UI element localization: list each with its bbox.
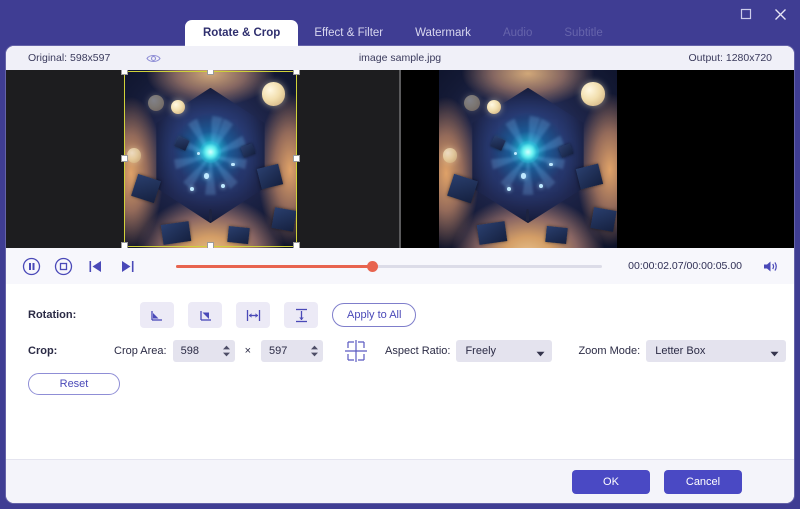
crop-handle-top-right[interactable] — [293, 70, 300, 75]
crop-handle-bottom-left[interactable] — [121, 242, 128, 248]
tab-audio: Audio — [502, 27, 533, 39]
output-preview — [401, 70, 794, 248]
timecode-label: 00:00:02.07/00:00:05.00 — [628, 260, 742, 272]
volume-icon[interactable] — [762, 259, 780, 274]
zoom-mode-value: Letter Box — [655, 345, 706, 357]
stop-circle-icon[interactable] — [52, 255, 74, 277]
tab-subtitle: Subtitle — [564, 27, 603, 39]
editor-window: Rotate & Crop Effect & Filter Watermark … — [0, 0, 800, 509]
seek-slider[interactable] — [176, 258, 603, 274]
crop-height-stepper[interactable]: 597 — [261, 340, 324, 362]
rotate-right-icon[interactable] — [188, 302, 222, 328]
crop-center-icon[interactable] — [343, 339, 369, 363]
crop-label: Crop: — [28, 345, 58, 357]
dialog-footer: OK Cancel — [6, 459, 794, 503]
controls-area: Rotation: Apply to All Crop: Crop Area: … — [6, 284, 794, 443]
crop-height-arrows[interactable] — [310, 345, 319, 357]
output-image — [439, 70, 617, 248]
zoom-mode-label: Zoom Mode: — [578, 345, 641, 357]
ok-button[interactable]: OK — [572, 469, 650, 494]
cancel-button[interactable]: Cancel — [664, 469, 742, 494]
transport-bar: 00:00:02.07/00:00:05.00 — [6, 248, 794, 284]
crop-width-stepper[interactable]: 598 — [172, 340, 235, 362]
crop-row: Crop: Crop Area: 598 × 597 Aspect Ratio:… — [6, 336, 794, 366]
tab-bar: Rotate & Crop Effect & Filter Watermark … — [0, 20, 800, 46]
tab-watermark[interactable]: Watermark — [399, 20, 487, 46]
rotate-left-icon[interactable] — [140, 302, 174, 328]
eye-icon[interactable] — [146, 53, 161, 64]
crop-handle-top-center[interactable] — [207, 70, 214, 75]
flip-vertical-icon[interactable] — [284, 302, 318, 328]
zoom-mode-select[interactable]: Letter Box — [646, 340, 787, 362]
crop-height-value: 597 — [269, 345, 288, 357]
tab-rotate-crop[interactable]: Rotate & Crop — [185, 20, 299, 46]
pause-circle-icon[interactable] — [20, 255, 42, 277]
crop-handle-middle-right[interactable] — [293, 155, 300, 162]
info-strip: Original: 598x597 image sample.jpg Outpu… — [6, 46, 794, 70]
aspect-ratio-select[interactable]: Freely — [456, 340, 553, 362]
crop-handle-bottom-center[interactable] — [207, 242, 214, 248]
crop-handle-middle-left[interactable] — [121, 155, 128, 162]
previous-frame-icon[interactable] — [84, 255, 106, 277]
crop-dimension-separator: × — [244, 345, 252, 357]
editor-panel: Original: 598x597 image sample.jpg Outpu… — [6, 46, 794, 503]
seek-thumb[interactable] — [367, 261, 379, 272]
seek-fill — [176, 265, 373, 268]
next-frame-icon[interactable] — [116, 255, 138, 277]
crop-width-arrows[interactable] — [222, 345, 231, 357]
chevron-down-icon — [770, 348, 779, 360]
aspect-ratio-label: Aspect Ratio: — [385, 345, 451, 357]
reset-row: Reset — [6, 370, 794, 398]
rotation-label: Rotation: — [28, 309, 77, 321]
source-preview[interactable] — [6, 70, 399, 248]
crop-handle-bottom-right[interactable] — [293, 242, 300, 248]
preview-area — [6, 70, 794, 248]
original-size-label: Original: 598x597 — [28, 52, 111, 64]
crop-width-value: 598 — [180, 345, 199, 357]
crop-area-label: Crop Area: — [114, 345, 167, 357]
output-size-label: Output: 1280x720 — [688, 52, 772, 64]
source-image — [124, 70, 297, 248]
aspect-ratio-value: Freely — [465, 345, 497, 357]
rotation-row: Rotation: Apply to All — [6, 298, 794, 332]
tab-effect-filter[interactable]: Effect & Filter — [298, 20, 399, 46]
apply-to-all-button[interactable]: Apply to All — [332, 303, 417, 327]
reset-button[interactable]: Reset — [28, 373, 120, 395]
chevron-down-icon — [536, 348, 545, 360]
flip-horizontal-icon[interactable] — [236, 302, 270, 328]
info-left: Original: 598x597 — [6, 52, 161, 64]
crop-handle-top-left[interactable] — [121, 70, 128, 75]
